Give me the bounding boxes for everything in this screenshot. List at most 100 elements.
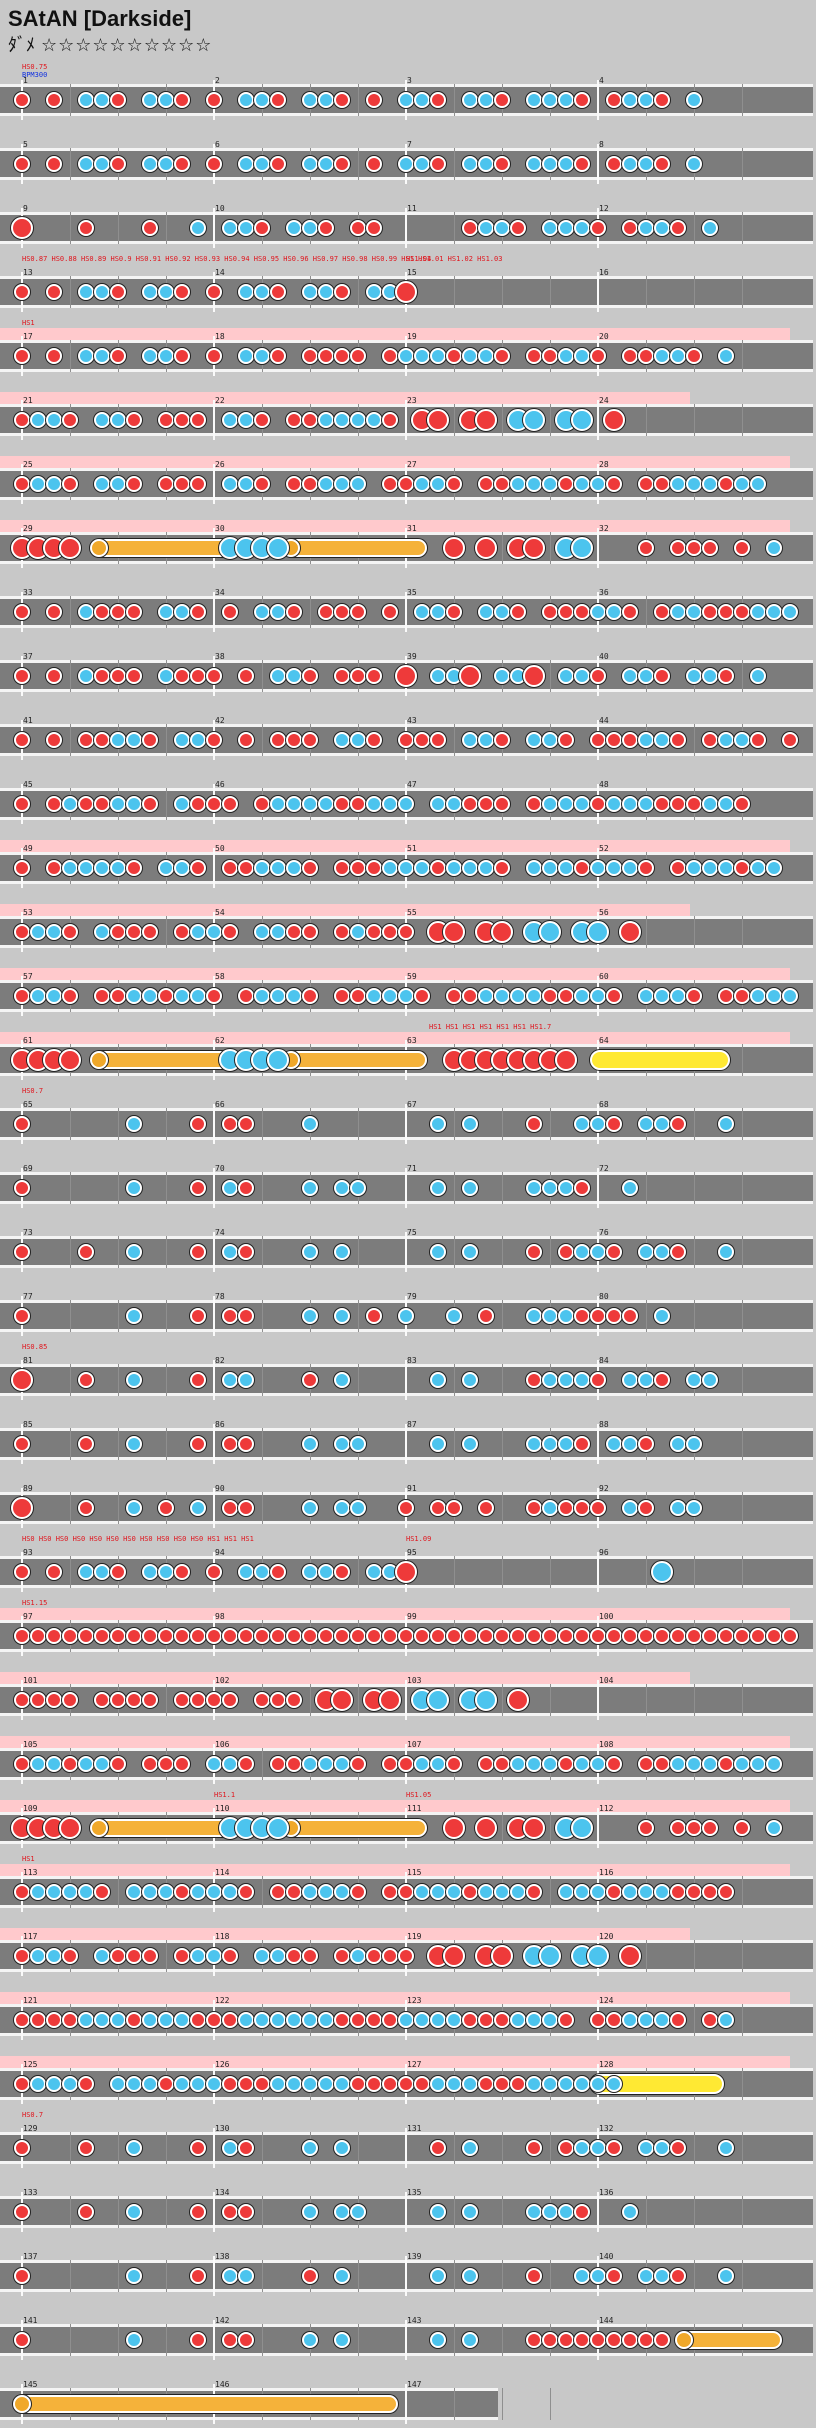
ka-note bbox=[302, 1884, 318, 1900]
ka-note bbox=[270, 1948, 286, 1964]
beat-tick bbox=[118, 1492, 119, 1524]
don-note bbox=[190, 860, 206, 876]
don-note bbox=[718, 1884, 734, 1900]
don-note bbox=[782, 732, 798, 748]
ka-note bbox=[286, 2012, 302, 2028]
ka-note bbox=[526, 860, 542, 876]
ka-note bbox=[190, 732, 206, 748]
don-note bbox=[238, 2076, 254, 2092]
measure-number: 52 bbox=[599, 844, 609, 853]
don-note bbox=[446, 1756, 462, 1772]
measure-number: 65 bbox=[23, 1100, 33, 1109]
ka-note bbox=[686, 476, 702, 492]
ka-note bbox=[430, 2204, 446, 2220]
ka-note bbox=[158, 860, 174, 876]
don-big-note bbox=[523, 537, 545, 559]
ka-note bbox=[190, 1500, 206, 1516]
don-note bbox=[366, 924, 382, 940]
measure-number: 17 bbox=[23, 332, 33, 341]
don-note bbox=[558, 732, 574, 748]
measure-number: 132 bbox=[599, 2124, 614, 2133]
ka-note bbox=[94, 1756, 110, 1772]
ka-note bbox=[94, 860, 110, 876]
ka-note bbox=[542, 1372, 558, 1388]
measure-number: 147 bbox=[407, 2380, 422, 2389]
beat-tick bbox=[262, 2260, 263, 2292]
don-note bbox=[574, 92, 590, 108]
don-note bbox=[414, 1628, 430, 1644]
ka-note bbox=[270, 2076, 286, 2092]
beat-tick bbox=[550, 1812, 551, 1844]
don-note bbox=[302, 1628, 318, 1644]
don-note bbox=[190, 476, 206, 492]
ka-note bbox=[430, 796, 446, 812]
don-note bbox=[206, 1692, 222, 1708]
don-note bbox=[14, 732, 30, 748]
ka-note bbox=[78, 1564, 94, 1580]
ka-note bbox=[606, 796, 622, 812]
don-note bbox=[46, 732, 62, 748]
ka-note bbox=[590, 1756, 606, 1772]
ka-note bbox=[622, 2204, 638, 2220]
beat-tick bbox=[646, 2196, 647, 2228]
ka-note bbox=[286, 860, 302, 876]
beat-tick bbox=[70, 1300, 71, 1332]
measure-number: 83 bbox=[407, 1356, 417, 1365]
ka-note bbox=[158, 1884, 174, 1900]
ka-note bbox=[270, 668, 286, 684]
beat-tick bbox=[502, 2132, 503, 2164]
ka-note bbox=[622, 668, 638, 684]
ka-note bbox=[574, 668, 590, 684]
don-note bbox=[270, 348, 286, 364]
don-note bbox=[526, 1372, 542, 1388]
measure-number: 119 bbox=[407, 1932, 422, 1941]
measure-number: 133 bbox=[23, 2188, 38, 2197]
ka-note bbox=[238, 476, 254, 492]
measure-number: 136 bbox=[599, 2188, 614, 2197]
beat-tick bbox=[502, 1492, 503, 1524]
don-note bbox=[574, 604, 590, 620]
barline bbox=[597, 400, 599, 440]
don-note bbox=[350, 2012, 366, 2028]
ka-note bbox=[158, 284, 174, 300]
don-note bbox=[190, 2204, 206, 2220]
ka-note bbox=[350, 476, 366, 492]
ka-note bbox=[686, 1372, 702, 1388]
ka-note bbox=[318, 92, 334, 108]
ka-note bbox=[30, 1948, 46, 1964]
don-note bbox=[302, 2268, 318, 2284]
beat-tick bbox=[454, 1428, 455, 1460]
ka-note bbox=[590, 1116, 606, 1132]
chart-row: 113 114 115 116 HS1 bbox=[0, 1852, 816, 1916]
don-note bbox=[622, 220, 638, 236]
measure-number: 105 bbox=[23, 1740, 38, 1749]
measure-number: 111 bbox=[407, 1804, 422, 1813]
don-note bbox=[222, 604, 238, 620]
measure-number: 130 bbox=[215, 2124, 230, 2133]
don-note bbox=[270, 156, 286, 172]
chart-row: 9 10 11 12 bbox=[0, 188, 816, 252]
ka-note bbox=[430, 1884, 446, 1900]
don-big-note bbox=[507, 1689, 529, 1711]
don-note bbox=[638, 1756, 654, 1772]
ka-note bbox=[558, 348, 574, 364]
don-note bbox=[702, 1628, 718, 1644]
ka-note bbox=[286, 2076, 302, 2092]
ka-note bbox=[718, 796, 734, 812]
ka-note bbox=[702, 1372, 718, 1388]
ka-note bbox=[558, 156, 574, 172]
don-note bbox=[510, 1628, 526, 1644]
don-note bbox=[62, 412, 78, 428]
don-note bbox=[270, 1692, 286, 1708]
ka-note bbox=[766, 1820, 782, 1836]
beat-tick bbox=[70, 1556, 71, 1588]
barline bbox=[213, 400, 215, 440]
barline bbox=[405, 1680, 407, 1720]
chart-row: 5 6 7 8 bbox=[0, 124, 816, 188]
ka-note bbox=[158, 156, 174, 172]
ka-note bbox=[430, 2268, 446, 2284]
don-big-note bbox=[603, 409, 625, 431]
beat-tick bbox=[70, 724, 71, 756]
don-note bbox=[62, 1756, 78, 1772]
measure-number: 137 bbox=[23, 2252, 38, 2261]
